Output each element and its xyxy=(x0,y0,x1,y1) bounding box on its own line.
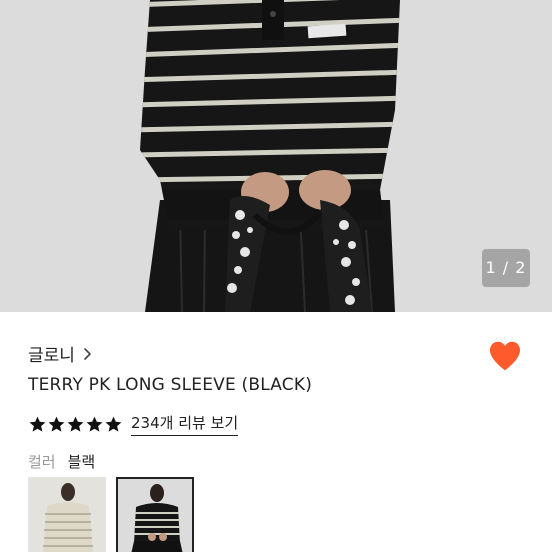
product-image-gallery[interactable]: 1 / 2 xyxy=(0,0,552,312)
review-link[interactable]: 234개 리뷰 보기 xyxy=(131,412,239,436)
star-icon xyxy=(105,416,122,432)
heart-icon xyxy=(489,341,521,371)
chevron-right-icon xyxy=(84,347,91,360)
option-label: 컬러 xyxy=(28,453,56,471)
rating-row: 234개 리뷰 보기 xyxy=(28,412,239,436)
like-button[interactable] xyxy=(486,337,524,375)
star-icon xyxy=(29,416,46,432)
star-icon xyxy=(86,416,103,432)
product-photo xyxy=(0,0,552,312)
brand-name: 글로니 xyxy=(28,346,75,366)
color-option: 컬러 블랙 xyxy=(28,451,95,472)
star-icon xyxy=(67,416,84,432)
variant-thumbnail-black[interactable] xyxy=(116,477,194,552)
option-value: 블랙 xyxy=(67,453,96,471)
page-indicator: 1 / 2 xyxy=(482,249,530,287)
star-rating xyxy=(28,415,123,434)
brand-link[interactable]: 글로니 xyxy=(28,341,93,366)
variant-thumbnails xyxy=(28,477,194,552)
variant-photo xyxy=(29,478,105,552)
star-icon xyxy=(48,416,65,432)
variant-photo xyxy=(118,479,192,552)
product-title: TERRY PK LONG SLEEVE (BLACK) xyxy=(28,375,313,395)
variant-thumbnail-ivory[interactable] xyxy=(28,477,106,552)
